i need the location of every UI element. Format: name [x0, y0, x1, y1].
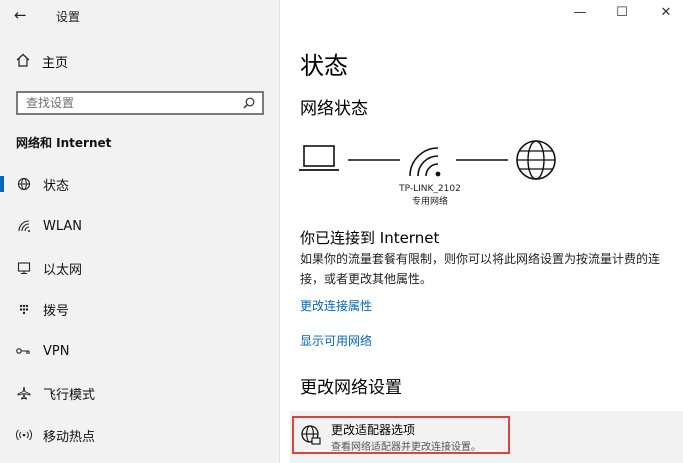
sidebar-item-home[interactable]: 主页: [16, 52, 68, 71]
wifi-icon: [16, 218, 32, 234]
pane-divider: [279, 0, 280, 463]
wifi-network-icon: [409, 147, 441, 177]
airplane-icon: [16, 385, 32, 401]
active-indicator: [0, 176, 4, 192]
show-available-networks-link[interactable]: 显示可用网络: [300, 332, 372, 349]
adapter-globe-icon: [300, 424, 322, 450]
section-title: 网络和 Internet: [16, 136, 112, 150]
sidebar-item-label: 移动热点: [43, 429, 96, 445]
adapter-options-title[interactable]: 更改适配器选项: [331, 421, 415, 438]
sidebar-item-label: VPN: [43, 343, 70, 359]
sidebar-item-label: 以太网: [43, 262, 83, 278]
ethernet-icon: [16, 260, 32, 276]
search-input[interactable]: [18, 95, 240, 111]
home-icon: [16, 52, 30, 71]
change-connection-properties-link[interactable]: 更改连接属性: [300, 297, 372, 314]
window-title: 设置: [56, 10, 81, 24]
maximize-button[interactable]: ☐: [612, 5, 632, 20]
network-name: TP-LINK_2102: [399, 184, 461, 194]
network-label: TP-LINK_2102 专用网络: [380, 183, 480, 209]
sidebar-item-hotspot[interactable]: 移动热点: [0, 420, 279, 450]
search-box[interactable]: [16, 91, 264, 115]
sidebar-item-ethernet[interactable]: 以太网: [0, 253, 279, 283]
change-network-settings-heading: 更改网络设置: [300, 378, 402, 398]
hotspot-icon: [16, 427, 32, 443]
sidebar: ← 设置 主页 网络和 Internet 状态 WLAN 以太网: [0, 0, 279, 463]
page-title: 状态: [300, 52, 348, 80]
internet-globe-icon: [516, 140, 556, 180]
laptop-icon: [299, 145, 339, 171]
sidebar-item-label: 拨号: [43, 303, 70, 319]
sidebar-item-dialup[interactable]: 拨号: [0, 294, 279, 324]
sidebar-item-label: 状态: [43, 178, 70, 194]
globe-status-icon: [16, 176, 32, 192]
adapter-options-subtitle: 查看网络适配器并更改连接设置。: [331, 442, 481, 453]
search-icon[interactable]: [240, 97, 258, 109]
sidebar-item-label: WLAN: [43, 218, 83, 234]
sidebar-item-status[interactable]: 状态: [0, 169, 279, 199]
vpn-icon: [16, 343, 32, 359]
network-type: 专用网络: [411, 197, 448, 207]
home-label: 主页: [42, 56, 69, 71]
close-button[interactable]: ✕: [656, 5, 676, 20]
minimize-button[interactable]: —: [570, 5, 590, 20]
sidebar-item-airplane[interactable]: 飞行模式: [0, 378, 279, 408]
sidebar-item-vpn[interactable]: VPN: [0, 336, 279, 366]
connected-title: 你已连接到 Internet: [300, 229, 440, 247]
sidebar-item-label: 飞行模式: [43, 387, 96, 403]
sidebar-item-wlan[interactable]: WLAN: [0, 211, 279, 241]
dialup-icon: [16, 301, 32, 317]
back-arrow-icon[interactable]: ←: [14, 6, 27, 24]
connected-description: 如果你的流量套餐有限制，则你可以将此网络设置为按流量计费的连接，或者更改其他属性…: [300, 252, 661, 286]
network-status-heading: 网络状态: [300, 99, 368, 119]
